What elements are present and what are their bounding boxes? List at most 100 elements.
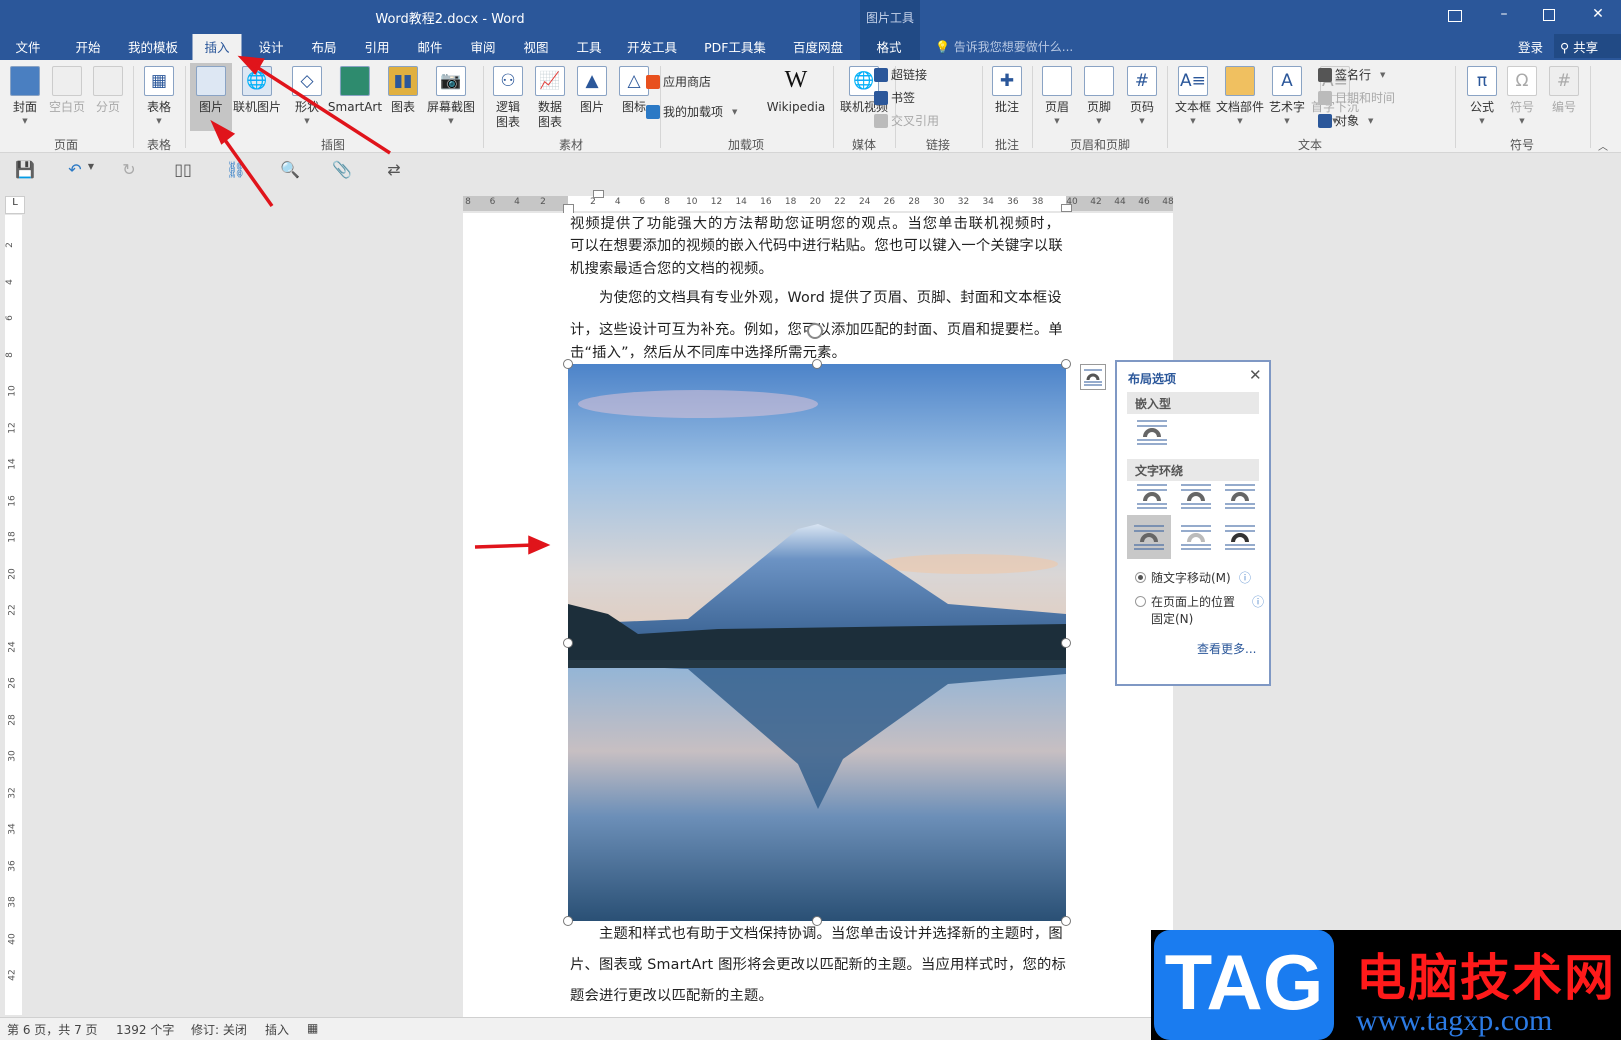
ribbon-button-number[interactable]: # 编号 xyxy=(1549,64,1579,115)
tab-8[interactable]: 审阅 xyxy=(470,37,495,56)
ribbon-button-hyperlink[interactable]: 超链接 xyxy=(874,66,927,83)
move-with-text-radio[interactable]: 随文字移动(M) xyxy=(1135,569,1231,586)
ribbon-button-comment[interactable]: ✚ 批注 xyxy=(992,64,1022,115)
first-line-indent-marker[interactable] xyxy=(593,190,604,198)
inserted-picture-mountain-lake[interactable] xyxy=(568,364,1066,921)
ribbon-button-smartart[interactable]: SmartArt xyxy=(328,64,382,115)
ribbon-button-blank-page[interactable]: 空白页 xyxy=(49,64,85,115)
ribbon-button-material-picture[interactable]: ▲ 图片 xyxy=(577,64,607,115)
tight-wrap-option[interactable] xyxy=(1179,482,1213,510)
page-count[interactable]: 第 6 页，共 7 页 xyxy=(7,1021,98,1038)
ribbon-button-quick-parts[interactable]: 文档部件 ▼ xyxy=(1216,64,1264,125)
ribbon-button-text-box[interactable]: A≡ 文本框 ▼ xyxy=(1175,64,1211,125)
resize-handle[interactable] xyxy=(563,359,573,369)
tab-4[interactable]: 设计 xyxy=(258,37,283,56)
ribbon-button-chart[interactable]: ▮▮ 图表 xyxy=(388,64,418,115)
tab-2[interactable]: 我的模板 xyxy=(128,37,178,56)
layout-options-button[interactable] xyxy=(1080,364,1106,390)
ribbon-button-icons[interactable]: △ 图标 xyxy=(619,64,649,115)
resize-handle[interactable] xyxy=(812,359,822,369)
tab-0[interactable]: 文件 xyxy=(15,37,40,56)
fix-position-radio[interactable]: 在页面上的位置 固定(N) xyxy=(1135,593,1235,627)
ribbon-button-header[interactable]: 页眉 ▼ xyxy=(1042,64,1072,125)
ribbon-button-footer[interactable]: 页脚 ▼ xyxy=(1084,64,1114,125)
undo-dropdown-icon[interactable]: ▼ xyxy=(86,162,96,184)
ribbon-button-object[interactable]: 对象 ▼ xyxy=(1318,112,1373,129)
behind-text-option[interactable] xyxy=(1179,523,1213,551)
track-changes-status[interactable]: 修订: 关闭 xyxy=(191,1021,247,1038)
tab-10[interactable]: 工具 xyxy=(576,37,601,56)
convert-icon[interactable]: ⇄ xyxy=(383,160,405,182)
tell-me-search[interactable]: 💡 告诉我您想要做什么... xyxy=(935,38,1073,55)
ribbon-button-wikipedia[interactable]: W Wikipedia xyxy=(767,64,826,115)
resize-handle[interactable] xyxy=(1061,359,1071,369)
ribbon-button-signature-line[interactable]: 签名行 ▼ xyxy=(1318,66,1385,83)
my-addins-icon xyxy=(646,104,660,119)
resize-handle[interactable] xyxy=(812,916,822,926)
ribbon-button-wordart[interactable]: A 艺术字 ▼ xyxy=(1269,64,1305,125)
ribbon-button-screenshot[interactable]: 📷 屏幕截图 ▼ xyxy=(427,64,475,125)
tab-3[interactable]: 插入 xyxy=(192,34,242,60)
read-mode-icon[interactable]: ▯▯ xyxy=(172,160,194,182)
resize-handle[interactable] xyxy=(563,916,573,926)
ribbon-button-online-picture[interactable]: 🌐 联机图片 xyxy=(233,64,281,115)
ribbon-button-bookmark[interactable]: 书签 xyxy=(874,89,915,106)
right-indent-marker[interactable] xyxy=(1061,204,1072,212)
tab-14[interactable]: 格式 xyxy=(876,37,901,56)
layout-options-panel: 布局选项 ✕ 嵌入型 文字环绕 随文字移动(M) ⓘ 在页面上的位置 固定(N) … xyxy=(1115,360,1271,686)
tab-13[interactable]: 百度网盘 xyxy=(793,37,843,56)
see-more-link[interactable]: 查看更多... xyxy=(1197,640,1256,657)
tab-selector[interactable]: L xyxy=(5,196,25,214)
info-icon[interactable]: ⓘ xyxy=(1239,569,1251,586)
close-panel-button[interactable]: ✕ xyxy=(1249,366,1262,384)
link-icon[interactable]: ⛓ xyxy=(225,160,247,182)
share-button[interactable]: ⚲ 共享 xyxy=(1554,34,1621,58)
through-wrap-option[interactable] xyxy=(1223,482,1257,510)
attach-icon[interactable]: 📎 xyxy=(331,160,353,182)
ribbon-button-my-addins[interactable]: 我的加载项 ▼ xyxy=(646,103,737,120)
top-bottom-wrap-option[interactable] xyxy=(1127,515,1171,559)
ribbon-button-symbol[interactable]: Ω 符号 ▼ xyxy=(1507,64,1537,125)
ribbon-button-logic-chart[interactable]: ⚇ 逻辑 图表 xyxy=(493,64,523,130)
tab-7[interactable]: 邮件 xyxy=(417,37,442,56)
undo-icon[interactable]: ↶ xyxy=(64,160,86,182)
sign-in-link[interactable]: 登录 xyxy=(1518,37,1543,56)
ribbon-button-page-number[interactable]: # 页码 ▼ xyxy=(1127,64,1157,125)
resize-handle[interactable] xyxy=(1061,916,1071,926)
tab-9[interactable]: 视图 xyxy=(523,37,548,56)
print-preview-icon[interactable]: 🔍 xyxy=(279,160,301,182)
collapse-ribbon-icon[interactable]: ︿ xyxy=(1598,138,1608,153)
word-count[interactable]: 1392 个字 xyxy=(116,1021,174,1038)
insert-mode[interactable]: 插入 xyxy=(265,1021,289,1038)
ribbon-button-table[interactable]: ▦ 表格 ▼ xyxy=(144,64,174,125)
ribbon-button-picture[interactable]: 图片 xyxy=(196,64,226,115)
square-wrap-option[interactable] xyxy=(1135,482,1169,510)
ribbon-button-cover-page[interactable]: 封面 ▼ xyxy=(10,64,40,125)
in-front-of-text-option[interactable] xyxy=(1223,523,1257,551)
ribbon-display-options-icon[interactable] xyxy=(1448,10,1462,22)
ribbon-button-page-break[interactable]: 分页 xyxy=(93,64,123,115)
resize-handle[interactable] xyxy=(1061,638,1071,648)
ribbon-button-equation[interactable]: π 公式 ▼ xyxy=(1467,64,1497,125)
tab-5[interactable]: 布局 xyxy=(311,37,336,56)
rotate-handle[interactable] xyxy=(807,323,823,339)
save-icon[interactable]: 💾 xyxy=(14,160,36,182)
ribbon-button-data-chart[interactable]: 📈 数据 图表 xyxy=(535,64,565,130)
ribbon-button-label: 交叉引用 xyxy=(891,114,940,128)
ribbon-button-cross-reference[interactable]: 交叉引用 xyxy=(874,112,939,129)
minimize-button[interactable]: – xyxy=(1494,6,1514,22)
tab-1[interactable]: 开始 xyxy=(75,37,100,56)
ribbon-button-store[interactable]: 应用商店 xyxy=(646,73,711,90)
tab-12[interactable]: PDF工具集 xyxy=(704,37,766,56)
ribbon-button-date-time[interactable]: 日期和时间 xyxy=(1318,89,1395,106)
info-icon[interactable]: ⓘ xyxy=(1252,593,1264,610)
ruler-tick-label: 6 xyxy=(4,315,15,321)
resize-handle[interactable] xyxy=(563,638,573,648)
tab-6[interactable]: 引用 xyxy=(364,37,389,56)
inline-wrap-option[interactable] xyxy=(1135,418,1169,446)
ribbon-button-shapes[interactable]: ◇ 形状 ▼ xyxy=(292,64,322,125)
macro-record-icon[interactable]: ▦ xyxy=(307,1021,318,1035)
close-button[interactable]: ✕ xyxy=(1588,6,1608,22)
maximize-button[interactable] xyxy=(1543,9,1555,21)
tab-11[interactable]: 开发工具 xyxy=(627,37,677,56)
